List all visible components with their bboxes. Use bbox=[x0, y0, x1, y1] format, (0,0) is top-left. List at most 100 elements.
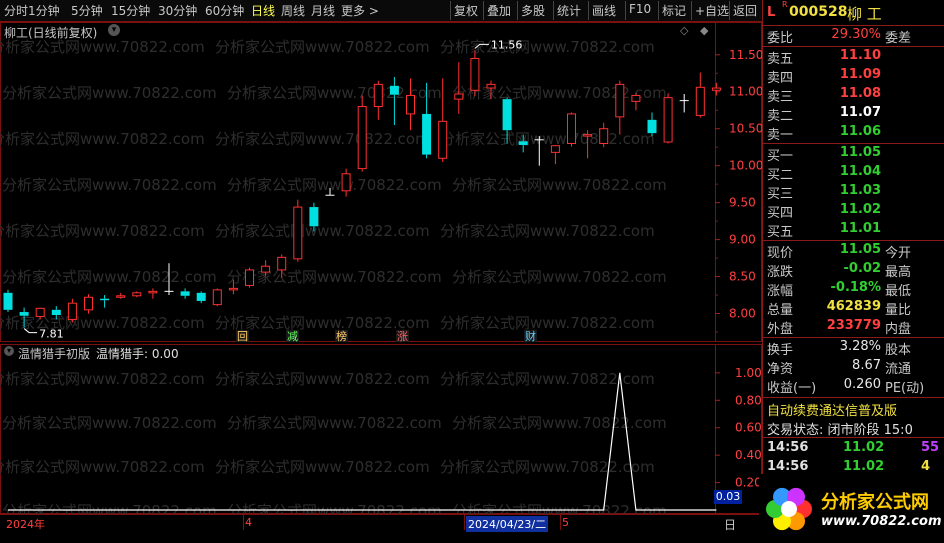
candle[interactable] bbox=[631, 93, 641, 111]
candle[interactable] bbox=[132, 291, 142, 298]
toolbar-button[interactable]: 统计 bbox=[557, 2, 581, 19]
stock-code[interactable]: 000528 bbox=[789, 4, 847, 20]
event-marker-text[interactable]: 涨 bbox=[397, 330, 408, 342]
subscription-notice[interactable]: 自动续费通达信普及版 bbox=[767, 400, 897, 419]
quote-right-label: 最低 bbox=[885, 284, 912, 299]
watermark-text: 分析家公式网www.70822.com bbox=[452, 268, 667, 286]
toolbar-button[interactable]: 叠加 bbox=[487, 2, 511, 19]
candle[interactable] bbox=[711, 82, 721, 96]
low-price-label: 7.81 bbox=[39, 328, 64, 341]
watermark-text: 分析家公式网www.70822.com bbox=[2, 84, 217, 102]
candle[interactable] bbox=[615, 80, 625, 135]
candlestick-chart[interactable]: 分析家公式网www.70822.com 分析家公式网www.70822.com 分析… bbox=[0, 22, 762, 342]
toolbar-divider bbox=[517, 1, 518, 20]
candle[interactable] bbox=[470, 50, 480, 97]
watermark-text: 分析家公式网www.70822.com bbox=[2, 268, 217, 286]
candle[interactable] bbox=[293, 199, 303, 262]
order-book-row[interactable]: 卖三 11.08 bbox=[763, 86, 944, 105]
divider bbox=[763, 437, 944, 438]
period-tab[interactable]: 30分钟 bbox=[158, 2, 197, 19]
watermark-text: 分析家公式网www.70822.com bbox=[452, 414, 667, 432]
watermark-text: 分析家公式网www.70822.com bbox=[215, 222, 430, 240]
candle[interactable] bbox=[180, 288, 190, 299]
period-tab[interactable]: 60分钟 bbox=[205, 2, 244, 19]
indicator-line bbox=[8, 372, 717, 511]
candle[interactable] bbox=[212, 288, 222, 307]
watermark-text: 分析家公式网www.70822.com bbox=[227, 502, 442, 514]
period-tab[interactable]: 更多 > bbox=[341, 2, 379, 19]
indicator-chart[interactable]: 分析家公式网www.70822.com 分析家公式网www.70822.com 分析… bbox=[0, 344, 762, 514]
period-tab[interactable]: 月线 bbox=[311, 2, 335, 19]
toolbar-button[interactable]: F10 bbox=[629, 2, 651, 16]
candle[interactable] bbox=[245, 267, 254, 288]
candle[interactable] bbox=[357, 95, 367, 172]
toolbar-button[interactable]: 画线 bbox=[592, 2, 616, 19]
event-marker-text[interactable]: 财 bbox=[525, 329, 536, 342]
toolbar-button[interactable]: 复权 bbox=[454, 2, 478, 19]
candle[interactable] bbox=[100, 295, 110, 308]
candle[interactable] bbox=[550, 145, 560, 165]
order-book-row[interactable]: 卖二 11.07 bbox=[763, 105, 944, 124]
candle[interactable] bbox=[116, 292, 126, 299]
stock-name[interactable]: 柳 工 bbox=[847, 3, 882, 24]
candle[interactable] bbox=[567, 112, 576, 147]
candle[interactable] bbox=[148, 288, 158, 299]
candle[interactable] bbox=[3, 289, 13, 313]
price-chart-panel[interactable]: 分析家公式网www.70822.com 分析家公式网www.70822.com 分析… bbox=[0, 22, 762, 342]
toolbar-button[interactable]: 多股 bbox=[521, 2, 545, 19]
indicator-toggle-icon[interactable]: ▾ bbox=[4, 346, 14, 356]
date-tick bbox=[560, 515, 561, 530]
watermark-text: 分析家公式网www.70822.com bbox=[440, 314, 655, 332]
candle[interactable] bbox=[373, 80, 383, 120]
indicator-title: 温情猎手初版 bbox=[18, 347, 91, 361]
toolbar-button[interactable]: 返回 bbox=[733, 2, 757, 19]
order-book-row[interactable]: 买三 11.03 bbox=[763, 183, 944, 202]
order-book-row[interactable]: 买二 11.04 bbox=[763, 164, 944, 183]
order-book-row[interactable]: 卖四 11.09 bbox=[763, 67, 944, 86]
toolbar-button[interactable]: +自选 bbox=[695, 2, 729, 19]
candle[interactable] bbox=[84, 294, 93, 314]
price-axis-label: 10.50 bbox=[729, 122, 762, 136]
order-book-row[interactable]: 买五 11.01 bbox=[763, 221, 944, 240]
logo-text: 分析家公式网 bbox=[821, 492, 929, 513]
period-tab[interactable]: 周线 bbox=[281, 2, 305, 19]
price-axis-label: 8.00 bbox=[729, 307, 756, 321]
candle[interactable] bbox=[196, 291, 206, 304]
quote-row: 涨跌 -0.02 最高 bbox=[763, 261, 944, 280]
quote-right-label: 内盘 bbox=[885, 322, 912, 337]
candle[interactable] bbox=[679, 93, 689, 113]
order-book-row[interactable]: 买四 11.02 bbox=[763, 202, 944, 221]
event-marker-text[interactable]: 榜 bbox=[336, 329, 347, 342]
period-tab[interactable]: 1分钟 bbox=[28, 2, 60, 19]
event-marker-text[interactable]: 回 bbox=[237, 330, 248, 342]
indicator-axis-label: 0.60 bbox=[735, 421, 762, 435]
tick-time: 14:56 bbox=[767, 459, 809, 474]
stat-right-label: 股本 bbox=[885, 343, 912, 358]
order-book-row[interactable]: 买一 11.05 bbox=[763, 145, 944, 164]
divider bbox=[763, 46, 944, 47]
order-book-row[interactable]: 卖一 11.06 bbox=[763, 124, 944, 143]
period-tab[interactable]: 5分钟 bbox=[71, 2, 103, 19]
logo-url: www.70822.com bbox=[821, 514, 942, 529]
period-tab[interactable]: 分时 bbox=[4, 2, 28, 19]
candle[interactable] bbox=[663, 93, 673, 144]
order-price: 11.02 bbox=[839, 202, 881, 217]
order-book-row[interactable]: 卖五 11.10 bbox=[763, 48, 944, 67]
diamond-icon[interactable]: ◇ bbox=[680, 24, 688, 37]
candle[interactable] bbox=[67, 298, 77, 323]
candle[interactable] bbox=[695, 72, 705, 118]
watermark-text: 分析家公式网www.70822.com bbox=[0, 458, 205, 476]
toolbar-button[interactable]: 标记 bbox=[662, 2, 686, 19]
period-tab[interactable]: 日线 bbox=[251, 2, 275, 19]
period-tab[interactable]: 15分钟 bbox=[111, 2, 150, 19]
candle[interactable] bbox=[599, 122, 609, 148]
market-flag: L bbox=[767, 5, 776, 20]
quote-row: 现价 11.05 今开 bbox=[763, 242, 944, 261]
candle[interactable] bbox=[647, 112, 657, 137]
chevron-down-icon[interactable]: ▾ bbox=[108, 24, 120, 36]
indicator-panel[interactable]: 分析家公式网www.70822.com 分析家公式网www.70822.com 分析… bbox=[0, 344, 762, 514]
event-marker-text[interactable]: 减 bbox=[287, 330, 298, 342]
indicator-axis-label: 0.20 bbox=[735, 476, 762, 490]
order-level-label: 卖一 bbox=[767, 128, 794, 143]
expand-icon[interactable]: ◆ bbox=[700, 24, 708, 37]
